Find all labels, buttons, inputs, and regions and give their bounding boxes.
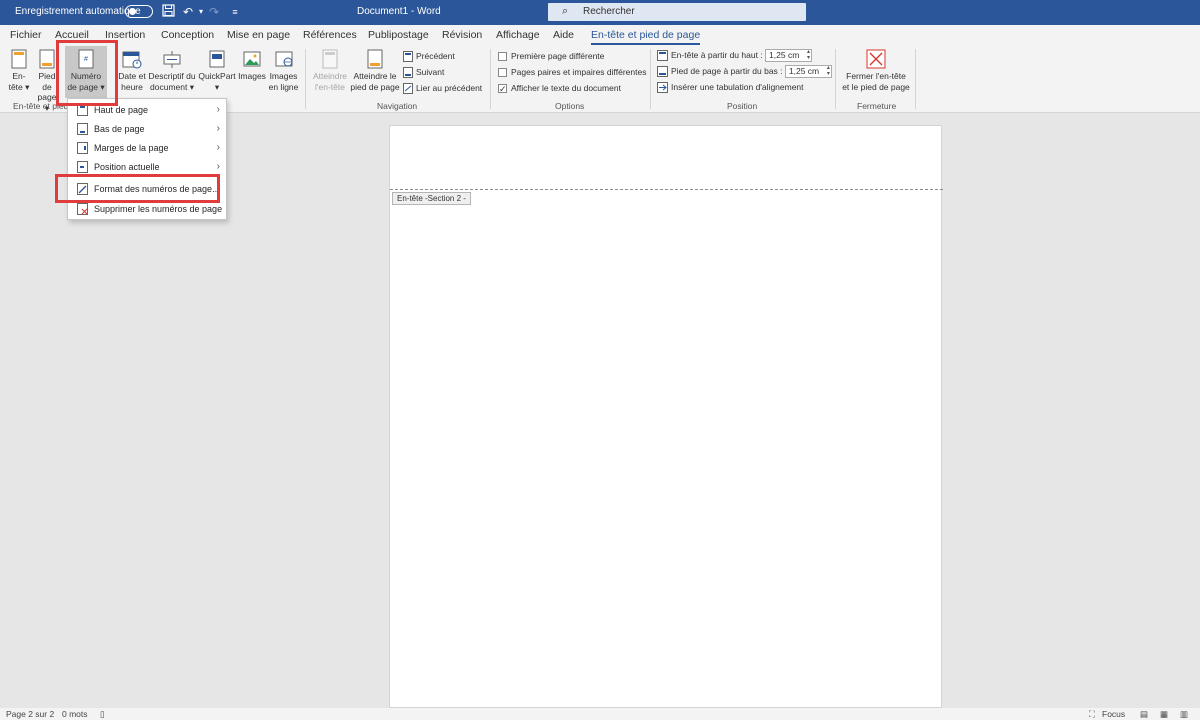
search-placeholder: Rechercher [583,6,635,17]
document-title: Document1 - Word [357,6,441,17]
search-icon: ⌕ [562,5,569,17]
customize-toolbar-icon[interactable]: ≡ [227,4,243,20]
focus-button[interactable]: Focus [1102,709,1125,719]
highlight-numero-button [56,40,118,106]
entete-button[interactable]: En- tête ▾ [8,49,30,92]
autosave-label: Enregistrement automatique [15,6,141,17]
afficher-texte-checkbox[interactable]: Afficher le texte du document [498,81,621,96]
document-page[interactable]: En-tête -Section 2 - [389,125,943,708]
pied-bas-spinner[interactable]: 1,25 cm [784,65,832,79]
entete-haut-spinner[interactable]: 1,25 cm [765,49,813,63]
highlight-format-item [55,174,220,203]
suivant-button[interactable]: Suivant [403,65,444,79]
group-separator [305,49,306,109]
menu-item-bas-de-page[interactable]: Bas de page › [68,120,226,138]
tab-publipostage[interactable]: Publipostage [368,29,429,41]
menu-item-marges[interactable]: Marges de la page › [68,139,226,157]
tab-mise-en-page[interactable]: Mise en page [227,29,290,41]
current-position-icon [77,161,88,173]
ribbon-tabs: Fichier Accueil Insertion Conception Mis… [0,25,1200,45]
tab-revision[interactable]: Révision [442,29,482,41]
autosave-toggle[interactable] [125,5,153,18]
go-to-footer-icon [367,49,383,69]
group-label-fermeture: Fermeture [857,101,897,111]
page-bottom-icon [77,123,88,135]
fermer-entete-button[interactable]: Fermer l'en-tête et le pied de page [840,49,912,92]
tab-fichier[interactable]: Fichier [10,29,42,41]
images-en-ligne-button[interactable]: Images en ligne [267,49,300,92]
group-label-navigation: Navigation [377,101,418,111]
read-mode-icon[interactable]: ▤ [1140,709,1148,720]
chevron-right-icon: › [216,142,220,153]
print-layout-icon[interactable]: ▦ [1160,709,1168,720]
quickpart-button[interactable]: QuickPart ▾ [198,49,236,92]
images-button[interactable]: Images [238,49,266,82]
atteindre-entete-button[interactable]: Atteindre l'en-tête [311,49,349,92]
chevron-right-icon: › [216,104,220,115]
image-icon [243,51,261,67]
checkbox-unchecked[interactable] [498,68,507,78]
header-section-tag: En-tête -Section 2 - [392,192,471,205]
tab-entete-pied-de-page[interactable]: En-tête et pied de page [591,29,701,45]
tab-conception[interactable]: Conception [161,29,214,41]
entete-haut-row: En-tête à partir du haut : 1,25 cm [657,48,813,63]
checkbox-checked[interactable] [498,82,507,96]
group-label-options: Options [555,101,585,111]
go-to-header-icon [322,49,338,69]
page-count[interactable]: Page 2 sur 2 [6,709,54,719]
pages-paires-checkbox[interactable]: Pages paires et impaires différentes [498,65,646,79]
tab-aide[interactable]: Aide [553,29,574,41]
footer-position-icon [657,66,668,78]
remove-page-number-icon [77,203,88,215]
close-icon [866,49,886,69]
footer-icon [39,49,55,69]
inserer-tabulation-button[interactable]: Insérer une tabulation d'alignement [657,80,804,94]
tab-references[interactable]: Références [303,29,357,41]
quickpart-icon [209,50,225,68]
header-boundary [390,189,943,190]
atteindre-pied-button[interactable]: Atteindre le pied de page [350,49,400,92]
group-separator [915,49,916,109]
premiere-page-checkbox[interactable]: Première page différente [498,49,604,63]
document-info-icon [163,51,181,68]
descriptif-document-button[interactable]: Descriptif du document ▾ [147,49,197,92]
focus-icon[interactable]: ⛶ [1089,709,1095,720]
next-icon [403,67,413,79]
date-heure-button[interactable]: Date et heure [118,49,146,92]
group-separator [835,49,836,109]
proofing-icon[interactable]: ▯ [100,709,105,720]
search-box[interactable]: ⌕ Rechercher [548,3,806,21]
online-image-icon [275,51,292,67]
precedent-button[interactable]: Précédent [403,49,455,63]
previous-icon [403,51,413,63]
page-margins-icon [77,142,88,154]
title-bar: Enregistrement automatique ↶ ▾ ↷ ≡ Docum… [0,0,1200,25]
calendar-icon [122,51,142,69]
pied-bas-row: Pied de page à partir du bas : 1,25 cm [657,64,832,79]
tab-affichage[interactable]: Affichage [496,29,540,41]
group-separator [490,49,491,109]
checkbox-unchecked[interactable] [498,52,507,62]
status-bar: Page 2 sur 2 0 mots ▯ ⛶ Focus ▤ ▦ ▥ [0,708,1200,720]
chevron-right-icon: › [216,123,220,134]
alignment-tab-icon [657,82,668,94]
link-icon [403,83,413,95]
save-icon[interactable] [160,4,176,20]
header-position-icon [657,50,668,62]
group-separator [650,49,651,109]
redo-icon[interactable]: ↷ [206,4,222,20]
header-icon [11,49,27,69]
word-count[interactable]: 0 mots [62,709,88,719]
group-label-position: Position [727,101,758,111]
lier-precedent-button[interactable]: Lier au précédent [403,81,482,95]
web-layout-icon[interactable]: ▥ [1180,709,1188,720]
